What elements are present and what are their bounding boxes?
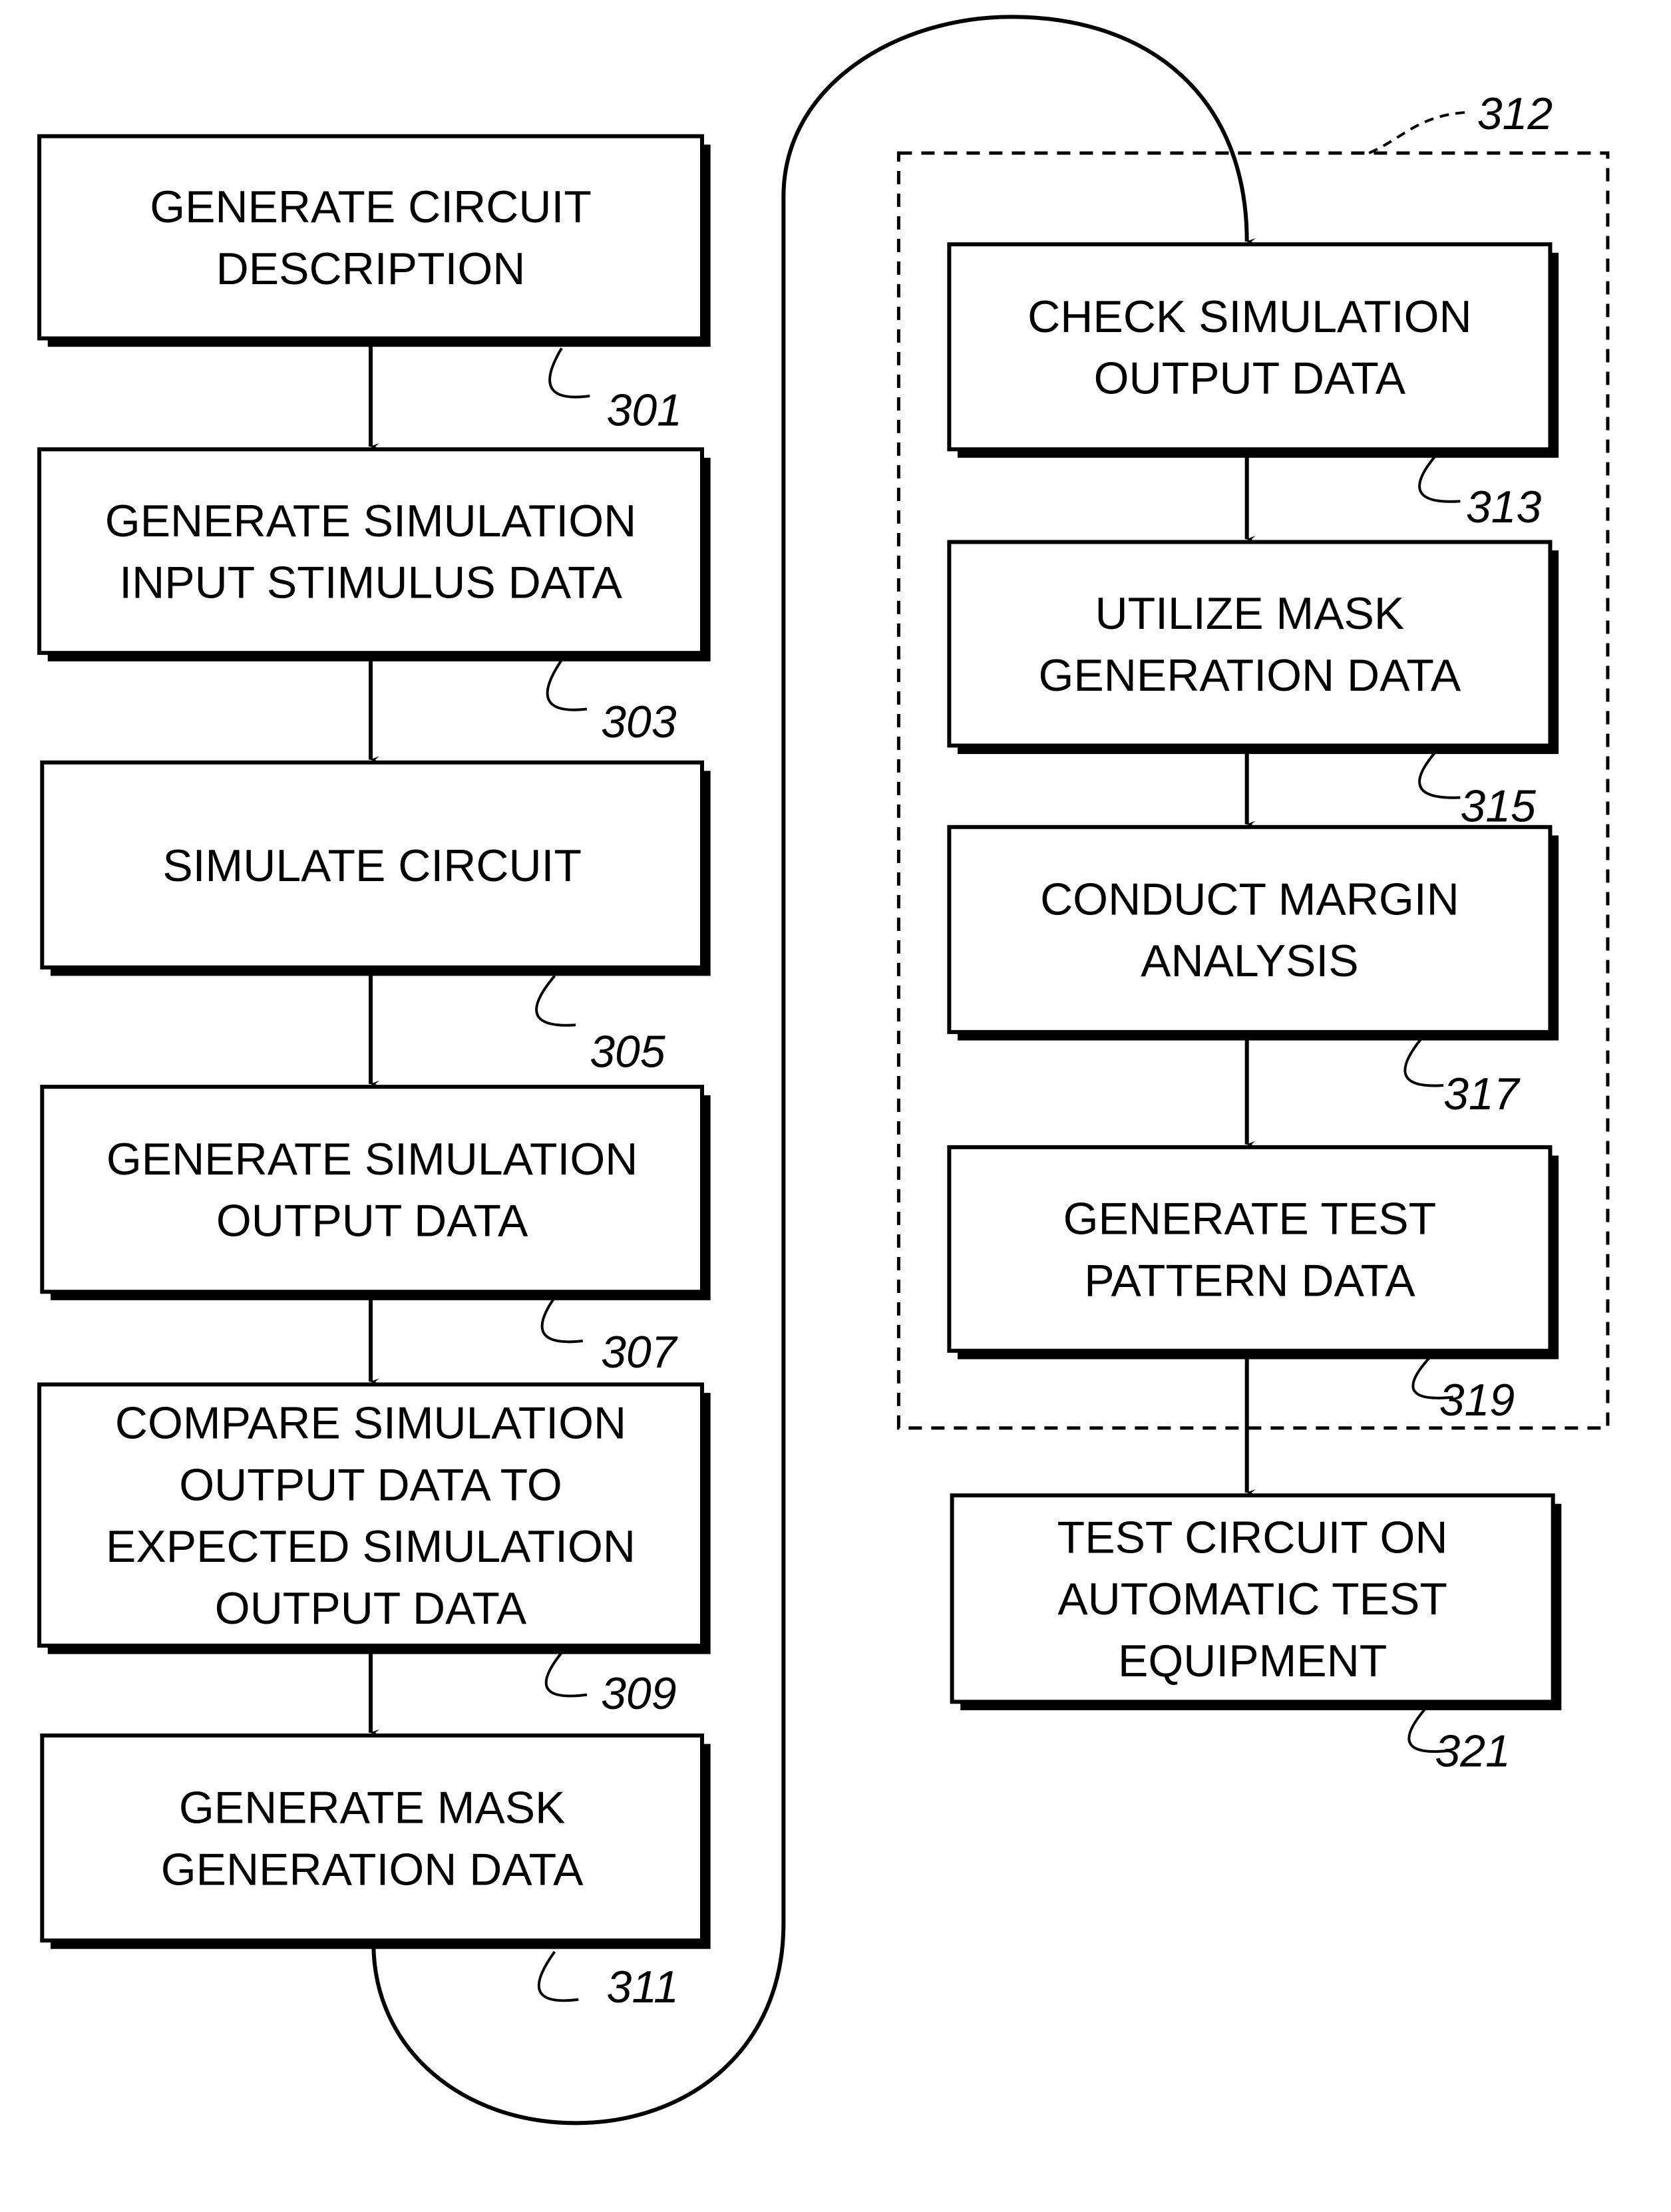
box-label-line: GENERATE SIMULATION [106,1134,638,1185]
group-leader-line [1368,110,1468,154]
reference-numeral-313: 313 [1418,455,1542,532]
leader-line [1403,1038,1444,1087]
reference-number: 307 [601,1327,678,1378]
box-label-line: UTILIZE MASK [1095,588,1405,639]
reference-numeral-315: 315 [1418,751,1536,831]
box-label-line: TEST CIRCUIT ON [1057,1512,1448,1563]
process-box-311: GENERATE MASK GENERATION DATA [40,1733,711,1949]
leader-line [548,347,590,399]
box-label-line: GENERATE TEST [1063,1193,1436,1244]
box-border [947,825,1553,1034]
leader-line [540,1296,583,1344]
box-label-line: DESCRIPTION [216,244,526,294]
process-box-301: GENERATE CIRCUIT DESCRIPTION [37,134,711,347]
process-box-305: SIMULATE CIRCUIT [40,760,711,976]
box-label-line: EQUIPMENT [1118,1636,1387,1686]
reference-number: 311 [607,1962,679,2012]
box-label-line: ANALYSIS [1141,936,1359,986]
process-box-313: CHECK SIMULATION OUTPUT DATA [947,242,1559,458]
process-box-321: TEST CIRCUIT ON AUTOMATIC TEST EQUIPMENT [950,1493,1562,1710]
flowchart: 312 GENERATE CIRCUITDESCRIPTIONGENERATE … [37,15,1610,2125]
reference-numeral-309: 309 [544,1652,677,1719]
box-label-line: OUTPUT DATA TO [179,1459,562,1510]
reference-number: 309 [601,1668,676,1719]
reference-numeral-303: 303 [546,659,677,747]
box-label-line: EXPECTED SIMULATION [106,1521,636,1572]
box-label-line: SIMULATE CIRCUIT [162,840,582,891]
box-label-line: CHECK SIMULATION [1027,291,1471,342]
leader-line [1418,455,1461,503]
box-border [947,540,1553,748]
reference-numeral-321: 321 [1407,1708,1511,1776]
box-border [40,1733,705,1943]
box-label-line: OUTPUT DATA [215,1583,527,1634]
leader-line [1418,751,1461,799]
reference-numeral-317: 317 [1403,1038,1521,1119]
process-box-319: GENERATE TEST PATTERN DATA [947,1145,1559,1360]
box-label-line: OUTPUT DATA [216,1196,528,1246]
leader-line [537,1950,579,2002]
box-label-line: GENERATE MASK [179,1783,566,1833]
box-border [37,447,704,655]
box-label-line: GENERATION DATA [1039,650,1461,701]
box-label-line: INPUT STIMULUS DATA [119,558,622,608]
process-box-315: UTILIZE MASK GENERATION DATA [947,540,1559,755]
box-label-line: CONDUCT MARGIN [1040,874,1459,924]
box-border [947,1145,1553,1353]
process-box-317: CONDUCT MARGIN ANALYSIS [947,825,1559,1041]
box-label-line: GENERATE SIMULATION [105,496,636,546]
box-border [947,242,1553,452]
reference-numeral-307: 307 [540,1296,678,1378]
reference-numeral-305: 305 [535,975,665,1077]
box-label-line: COMPARE SIMULATION [115,1397,626,1448]
process-box-309: COMPARE SIMULATION OUTPUT DATA TO EXPECTED… [37,1382,711,1654]
reference-number: 305 [590,1027,665,1077]
box-border [37,134,704,341]
reference-number: 319 [1439,1375,1515,1425]
reference-numeral-301: 301 [548,347,682,435]
leader-line [535,975,576,1027]
reference-number: 313 [1466,482,1542,532]
leader-line [544,1652,588,1698]
process-box-307: GENERATE SIMULATION OUTPUT DATA [40,1085,711,1300]
reference-number: 303 [601,697,677,747]
box-label-line: OUTPUT DATA [1094,353,1406,404]
group-reference-number: 312 [1477,89,1553,139]
reference-numeral-311: 311 [537,1950,679,2012]
box-label-line: GENERATION DATA [161,1844,584,1895]
reference-numeral-319: 319 [1411,1357,1515,1425]
reference-number: 301 [607,385,682,435]
reference-number: 317 [1443,1069,1521,1119]
box-label-line: AUTOMATIC TEST [1057,1574,1447,1624]
reference-number: 315 [1460,781,1536,831]
reference-number: 321 [1435,1726,1510,1776]
process-box-303: GENERATE SIMULATION INPUT STIMULUS DATA [37,447,711,661]
box-border [40,1085,705,1294]
box-label-line: PATTERN DATA [1084,1255,1415,1306]
leader-line [546,659,588,711]
box-label-line: GENERATE CIRCUIT [150,182,592,232]
